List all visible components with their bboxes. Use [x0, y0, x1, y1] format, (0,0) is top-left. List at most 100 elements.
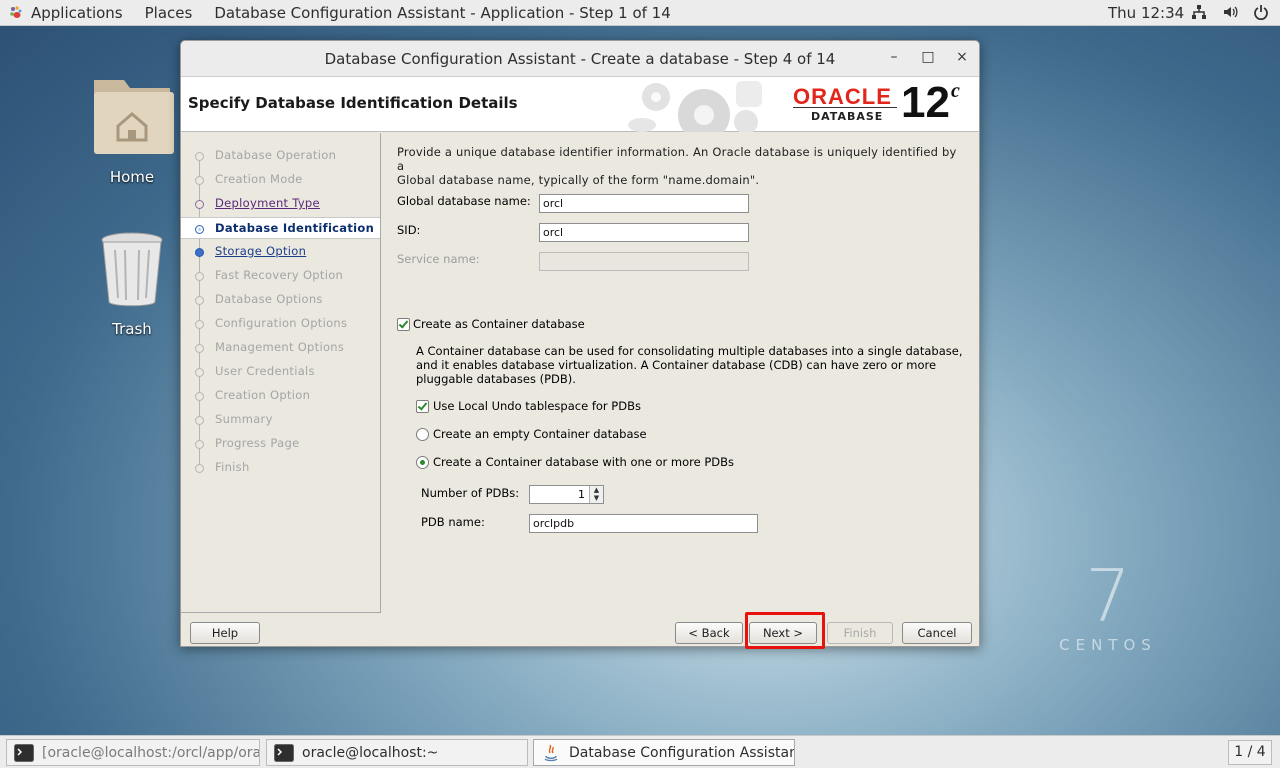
folder-home-icon — [94, 80, 174, 154]
step-marker-icon — [195, 200, 204, 209]
step-marker-icon — [195, 320, 204, 329]
num-pdbs-value[interactable]: 1 — [578, 488, 585, 501]
window-controls: – □ × — [885, 49, 971, 65]
service-name-input — [539, 252, 749, 271]
minimize-icon[interactable]: – — [885, 49, 903, 65]
cdb-desc-line-1: A Container database can be used for con… — [416, 344, 963, 358]
intro-line-2: Global database name, typically of the f… — [397, 173, 760, 187]
spinner-up-icon[interactable]: ▲ — [590, 486, 603, 494]
help-button[interactable]: Help — [190, 622, 260, 644]
cdb-with-pdbs-radio-label[interactable]: Create a Container database with one or … — [433, 455, 734, 469]
nav-step-finish: Finish — [181, 457, 380, 479]
oracle-version: 12 — [901, 78, 950, 127]
network-icon[interactable] — [1190, 3, 1208, 21]
trash-can-icon — [101, 232, 163, 307]
dbca-window: Database Configuration Assistant - Creat… — [180, 40, 980, 647]
empty-cdb-radio[interactable] — [416, 428, 429, 441]
places-menu[interactable]: Places — [145, 4, 193, 22]
nav-step-creation-option: Creation Option — [181, 385, 380, 407]
back-button[interactable]: < Back — [675, 622, 743, 644]
oracle-version-suffix: c — [951, 80, 960, 102]
active-app-label: Database Configuration Assistant - Appli… — [214, 3, 671, 22]
window-titlebar[interactable]: Database Configuration Assistant - Creat… — [181, 41, 979, 77]
nav-step-label: Storage Option — [215, 244, 307, 258]
volume-icon[interactable] — [1221, 3, 1239, 21]
workspace-pager[interactable]: 1 / 4 — [1228, 740, 1272, 765]
num-pdbs-spinner[interactable]: 1 ▲ ▼ — [529, 485, 604, 504]
oracle-sub: DATABASE — [811, 110, 884, 123]
trash-desktop-icon[interactable]: Trash — [87, 230, 177, 338]
sid-input[interactable] — [539, 223, 749, 242]
step-marker-icon — [195, 176, 204, 185]
header-banner: Specify Database Identification Details … — [181, 77, 979, 132]
home-desktop-icon[interactable]: Home — [87, 74, 177, 186]
power-icon[interactable] — [1252, 3, 1270, 21]
active-app-menu[interactable]: Database Configuration Assistant - Appli… — [214, 4, 670, 22]
step-navigation: Database Operation Creation Mode Deploymen… — [181, 133, 381, 613]
step-marker-icon — [195, 416, 204, 425]
taskbar-item-terminal-1[interactable]: [oracle@localhost:/orcl/app/oracle/d... — [6, 739, 260, 766]
nav-step-label: Summary — [215, 412, 273, 426]
taskbar-item-label: oracle@localhost:~ — [302, 744, 439, 761]
nav-step-database-identification: Database Identification — [181, 217, 380, 239]
cancel-button[interactable]: Cancel — [902, 622, 972, 644]
system-tray[interactable] — [1190, 3, 1270, 21]
empty-cdb-radio-label[interactable]: Create an empty Container database — [433, 427, 647, 441]
clock[interactable]: Thu 12:34 — [1108, 4, 1184, 22]
service-name-label: Service name: — [397, 252, 480, 266]
applications-menu[interactable]: Applications — [8, 4, 123, 22]
close-icon[interactable]: × — [953, 49, 971, 65]
maximize-icon[interactable]: □ — [919, 49, 937, 65]
spinner-down-icon[interactable]: ▼ — [590, 494, 603, 502]
cdb-checkbox-label[interactable]: Create as Container database — [413, 317, 585, 331]
nav-step-label: Creation Option — [215, 388, 311, 402]
step-marker-icon — [195, 296, 204, 305]
finish-button: Finish — [827, 622, 893, 644]
cdb-desc-line-2: and it enables database virtualization. … — [416, 358, 937, 372]
taskbar-item-terminal-2[interactable]: oracle@localhost:~ — [266, 739, 528, 766]
cdb-description: A Container database can be used for con… — [416, 344, 962, 386]
gnome-foot-icon — [10, 5, 22, 18]
terminal-icon — [274, 743, 294, 762]
global-db-name-label: Global database name: — [397, 194, 531, 208]
nav-step-deployment-type[interactable]: Deployment Type — [181, 193, 380, 215]
nav-step-user-credentials: User Credentials — [181, 361, 380, 383]
cdb-checkbox[interactable] — [397, 318, 410, 331]
nav-step-label: Database Options — [215, 292, 323, 306]
cdb-with-pdbs-radio[interactable] — [416, 456, 429, 469]
step-marker-icon — [195, 272, 204, 281]
step-marker-icon — [195, 152, 204, 161]
sid-label: SID: — [397, 223, 421, 237]
java-icon — [544, 744, 558, 761]
taskbar-item-label: [oracle@localhost:/orcl/app/oracle/d... — [42, 744, 260, 761]
nav-step-storage-option[interactable]: Storage Option — [181, 241, 380, 263]
nav-step-label: Management Options — [215, 340, 345, 354]
step-marker-icon — [195, 392, 204, 401]
local-undo-checkbox[interactable] — [416, 400, 429, 413]
home-label: Home — [109, 168, 155, 186]
nav-step-fast-recovery-option: Fast Recovery Option — [181, 265, 380, 287]
cdb-desc-line-3: pluggable databases (PDB). — [416, 372, 576, 386]
nav-step-label: Finish — [215, 460, 250, 474]
pdb-name-input[interactable] — [529, 514, 758, 533]
oracle-database-logo: ORACLE DATABASE 12 c — [793, 78, 973, 128]
intro-text: Provide a unique database identifier inf… — [397, 145, 967, 187]
window-title: Database Configuration Assistant - Creat… — [324, 49, 836, 68]
step-marker-icon — [195, 248, 204, 257]
terminal-icon — [14, 743, 34, 762]
nav-step-database-operation: Database Operation — [181, 145, 380, 167]
global-db-name-input[interactable] — [539, 194, 749, 213]
page-title: Specify Database Identification Details — [188, 94, 518, 112]
step-marker-icon — [195, 368, 204, 377]
nav-step-label: Database Operation — [215, 148, 337, 162]
taskbar-item-dbca[interactable]: Database Configuration Assistant - C... — [533, 739, 795, 766]
local-undo-label[interactable]: Use Local Undo tablespace for PDBs — [433, 399, 641, 413]
nav-step-configuration-options: Configuration Options — [181, 313, 380, 335]
num-pdbs-label: Number of PDBs: — [421, 486, 520, 500]
bottom-taskbar: [oracle@localhost:/orcl/app/oracle/d... … — [0, 735, 1280, 768]
nav-step-label: Configuration Options — [215, 316, 348, 330]
pdb-name-label: PDB name: — [421, 515, 485, 529]
intro-line-1: Provide a unique database identifier inf… — [397, 145, 957, 173]
nav-step-summary: Summary — [181, 409, 380, 431]
spinner-arrows[interactable]: ▲ ▼ — [589, 486, 603, 503]
